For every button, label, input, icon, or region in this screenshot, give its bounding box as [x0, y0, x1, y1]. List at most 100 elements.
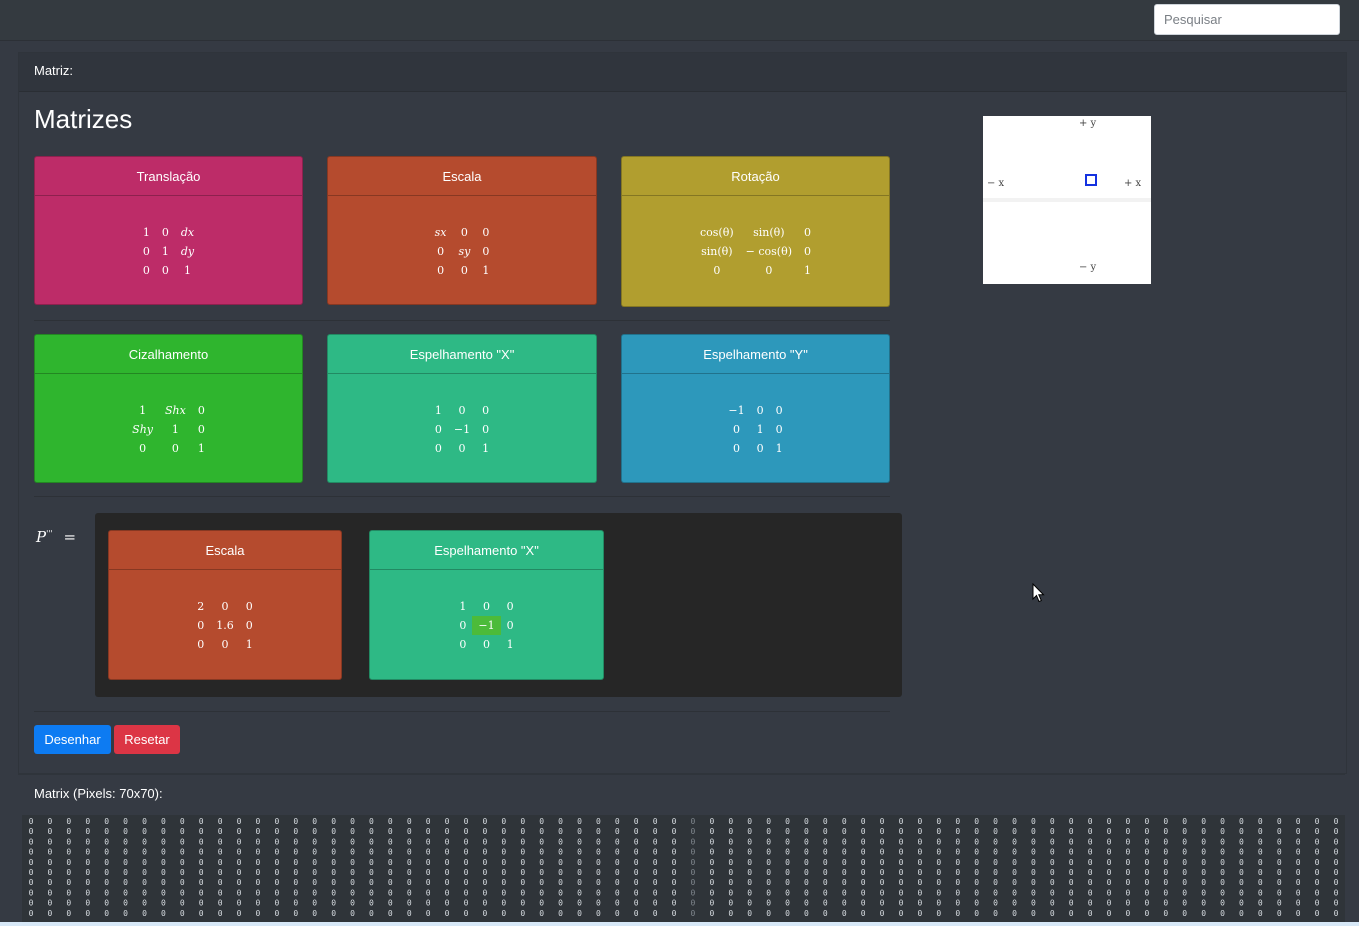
pixel-value: 0 — [407, 858, 412, 867]
pixel-value: 0 — [615, 909, 620, 918]
pixel-value: 0 — [1031, 878, 1036, 887]
pixel-value: 0 — [464, 888, 469, 897]
pixel-value: 0 — [407, 909, 412, 918]
pixel-value: 0 — [1258, 899, 1263, 908]
result-panel-espelhamento-x[interactable]: Espelhamento "X" 1 0 0 0 −1 0 0 0 1 — [369, 530, 604, 680]
pixel-value: 0 — [917, 837, 922, 846]
pixel-value: 0 — [728, 909, 733, 918]
pixel-value: 0 — [369, 848, 374, 857]
pixel-value: 0 — [766, 837, 771, 846]
pixel-value: 0 — [464, 858, 469, 867]
pixel-value: 0 — [256, 868, 261, 877]
pixel-value: 0 — [1182, 848, 1187, 857]
pixel-value: 0 — [653, 837, 658, 846]
reset-button[interactable]: Resetar — [114, 725, 180, 754]
result-panel-escala[interactable]: Escala 2 0 0 0 1.6 0 0 0 1 — [108, 530, 342, 680]
pixel-value: 0 — [293, 868, 298, 877]
pixel-value: 0 — [1201, 817, 1206, 826]
matrix-cell: 0 — [804, 226, 811, 239]
pixel-value: 0 — [237, 899, 242, 908]
pixel-value: 0 — [899, 909, 904, 918]
pixel-value: 0 — [66, 858, 71, 867]
matrix-cell: 0 — [245, 600, 253, 613]
matrix-cell: 0 — [139, 442, 147, 455]
pixel-value: 0 — [728, 837, 733, 846]
panel-espelhamento-y[interactable]: Espelhamento "Y" −1 0 0 0 1 0 0 0 1 — [621, 334, 890, 483]
pixel-value: 0 — [955, 858, 960, 867]
pixel-value: 0 — [274, 837, 279, 846]
pixel-value: 0 — [785, 868, 790, 877]
pixel-value: 0 — [974, 858, 979, 867]
matrix-cell: sy — [458, 245, 471, 258]
matrix-cell: 1 — [482, 264, 490, 277]
pixel-value: 0 — [558, 878, 563, 887]
pixel-value: 0 — [615, 837, 620, 846]
pixel-value: 0 — [1182, 888, 1187, 897]
pixel-value: 0 — [1258, 858, 1263, 867]
pixel-value: 0 — [388, 837, 393, 846]
pixel-value: 0 — [237, 909, 242, 918]
pixel-value: 0 — [596, 827, 601, 836]
pixel-value: 0 — [1315, 868, 1320, 877]
pixel-value: 0 — [955, 888, 960, 897]
pixel-value: 0 — [47, 868, 52, 877]
panel-translacao[interactable]: Translação 1 0 dx 0 1 dy 0 0 1 — [34, 156, 303, 305]
pixel-value: 0 — [1239, 909, 1244, 918]
pixel-value: 0 — [274, 817, 279, 826]
pixel-value: 0 — [47, 837, 52, 846]
pixel-value: 0 — [350, 827, 355, 836]
pixel-value: 0 — [161, 899, 166, 908]
pixel-value: 0 — [596, 817, 601, 826]
matrix-display: 1 0 0 0 −1 0 0 0 1 — [370, 597, 603, 654]
pixel-value: 0 — [1163, 868, 1168, 877]
panel-rotacao[interactable]: Rotação cos(θ) sin(θ) 0 sin(θ) − cos(θ) 0 0 0 1 — [621, 156, 890, 307]
pixel-value: 0 — [747, 909, 752, 918]
panel-escala[interactable]: Escala sx 0 0 0 sy 0 0 0 1 — [327, 156, 597, 305]
pixel-value: 0 — [66, 868, 71, 877]
pixel-value: 0 — [1012, 817, 1017, 826]
pixel-value: 0 — [1315, 817, 1320, 826]
preview-canvas[interactable]: + y − y + x − x — [983, 116, 1151, 284]
pixel-value: 0 — [993, 848, 998, 857]
pixel-value: 0 — [747, 858, 752, 867]
matrix-cell: −1 — [728, 404, 745, 417]
pixel-value: 0 — [85, 858, 90, 867]
pixel-value: 0 — [672, 909, 677, 918]
pixel-value: 0 — [237, 868, 242, 877]
pixel-value: 0 — [350, 899, 355, 908]
matrix-display: 2 0 0 0 1.6 0 0 0 1 — [109, 597, 341, 654]
pixel-value: 0 — [482, 848, 487, 857]
panel-espelhamento-x[interactable]: Espelhamento "X" 1 0 0 0 −1 0 0 0 1 — [327, 334, 597, 483]
pixel-value: 0 — [1031, 909, 1036, 918]
pixel-value: 0 — [747, 827, 752, 836]
pixel-value: 0 — [29, 868, 34, 877]
pixel-value: 0 — [1163, 899, 1168, 908]
draw-button[interactable]: Desenhar — [34, 725, 111, 754]
pixel-value: 0 — [501, 837, 506, 846]
matrix-cell: 0 — [713, 264, 721, 277]
matrix-cell: 0 — [482, 423, 490, 436]
pixel-value: 0 — [66, 848, 71, 857]
pixel-value: 0 — [445, 817, 450, 826]
pixel-value: 0 — [1315, 858, 1320, 867]
pixel-value: 0 — [558, 858, 563, 867]
matrix-cell: 1 — [506, 638, 514, 651]
matrix-cell: 0 — [733, 423, 740, 436]
pixel-value: 0 — [1258, 878, 1263, 887]
pixel-value: 0 — [312, 888, 317, 897]
search-input[interactable] — [1154, 4, 1340, 35]
matrix-cell: 1 — [139, 404, 147, 417]
pixel-value: 0 — [274, 909, 279, 918]
pixel-value: 0 — [1144, 837, 1149, 846]
pixel-value: 0 — [955, 909, 960, 918]
pixel-value: 0 — [1050, 848, 1055, 857]
matrix-cell: 0 — [775, 404, 783, 417]
pixel-value: 0 — [1031, 848, 1036, 857]
result-label-symbol: P — [36, 528, 47, 546]
panel-cizalhamento[interactable]: Cizalhamento 1 Shx 0 Shy 1 0 0 0 1 — [34, 334, 303, 483]
pixel-value: 0 — [256, 878, 261, 887]
pixel-value: 0 — [955, 899, 960, 908]
matrix-cell: 1.6 — [216, 619, 234, 632]
pixel-value: 0 — [1012, 909, 1017, 918]
pixel-value: 0 — [29, 909, 34, 918]
